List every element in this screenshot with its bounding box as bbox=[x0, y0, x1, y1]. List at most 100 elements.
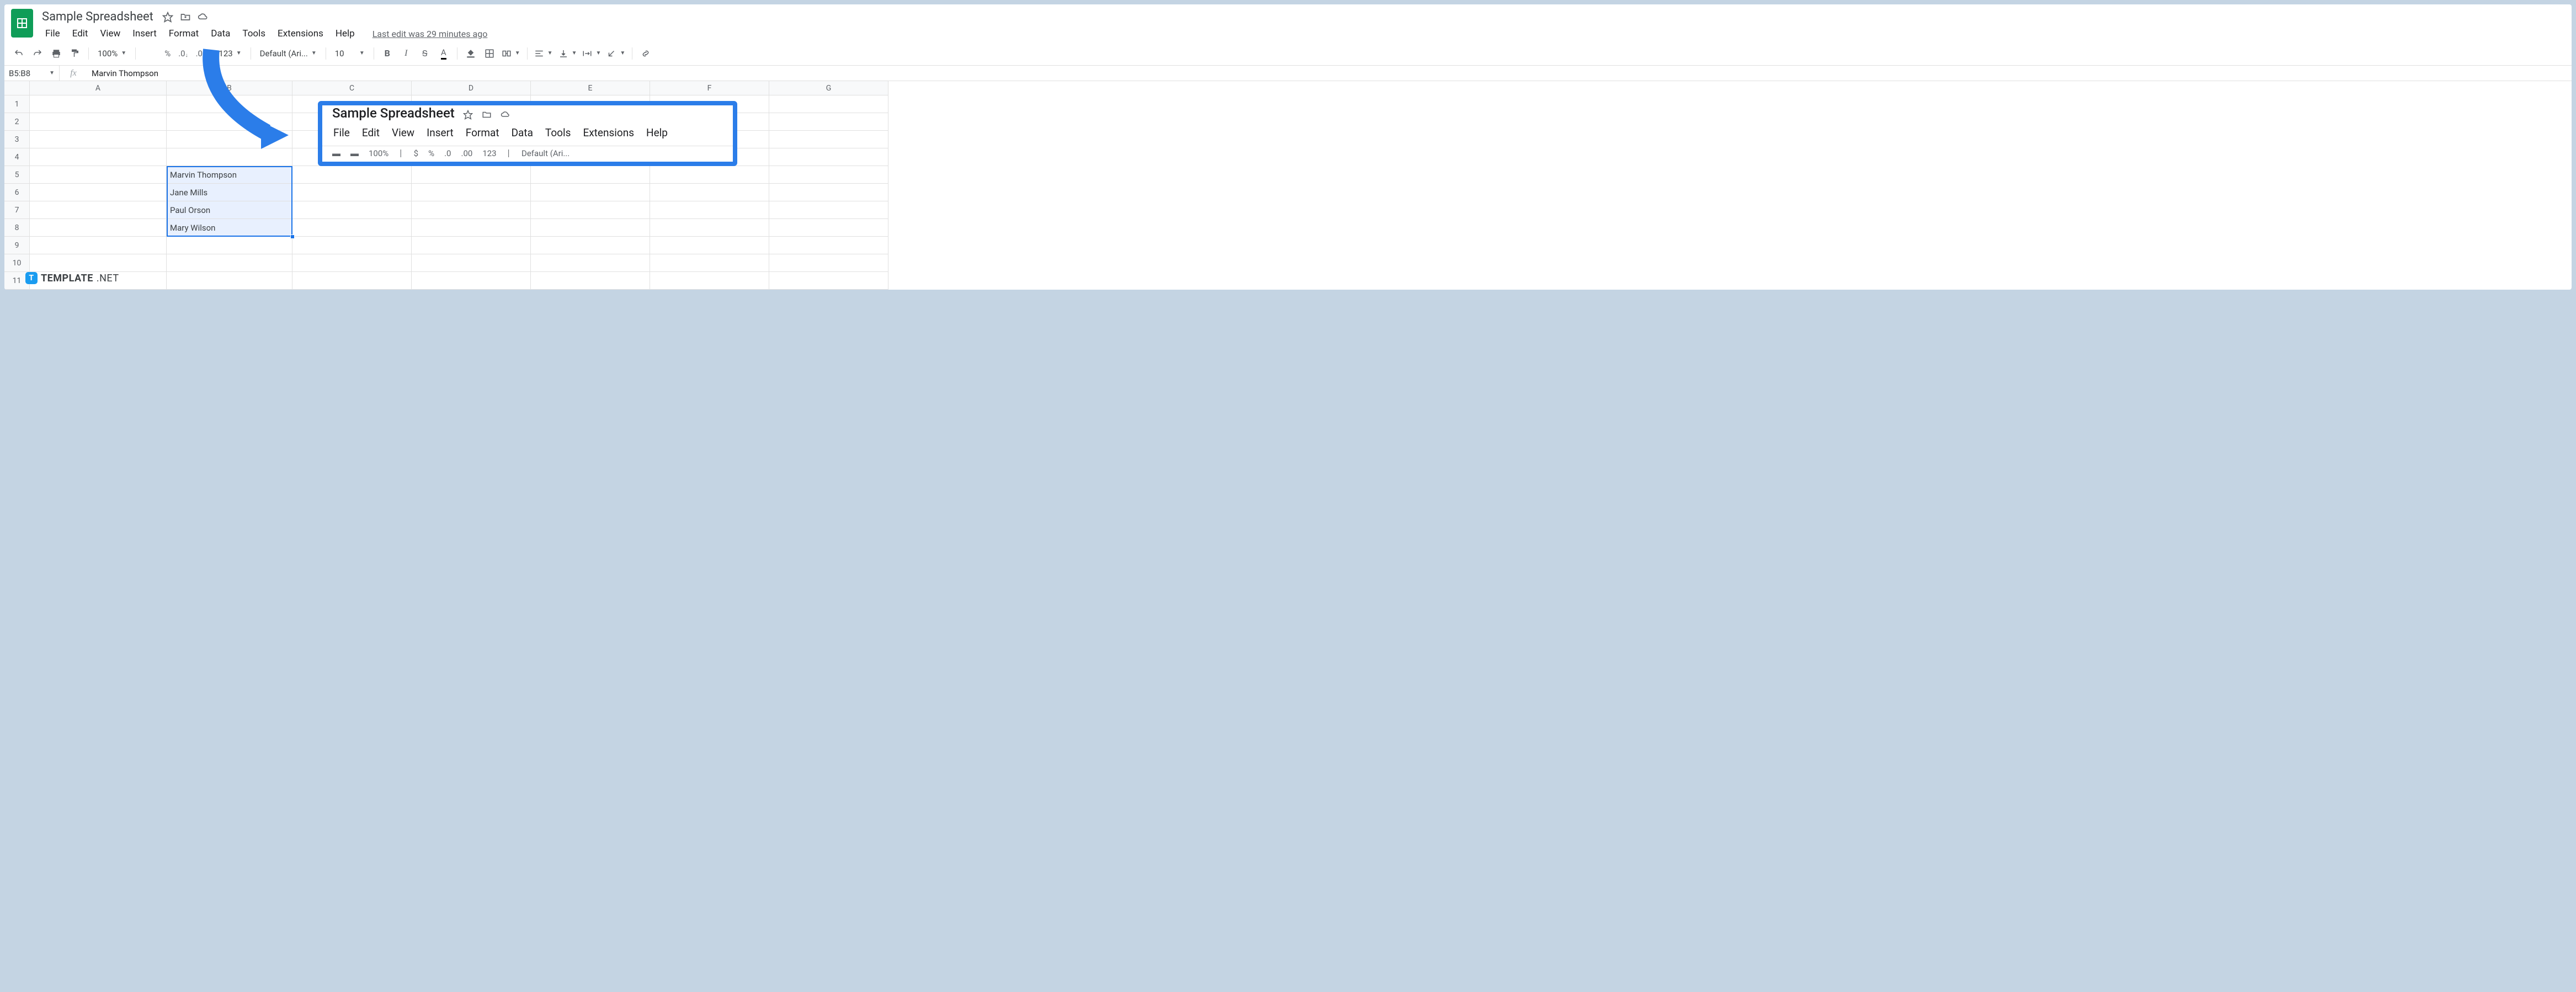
cell[interactable] bbox=[292, 237, 412, 254]
cell[interactable] bbox=[769, 272, 888, 290]
selection-handle[interactable] bbox=[290, 234, 295, 239]
menu-tools[interactable]: Tools bbox=[237, 26, 271, 41]
font-dropdown[interactable]: Default (Ari...▼ bbox=[256, 45, 321, 62]
cell[interactable] bbox=[412, 166, 531, 184]
cell[interactable] bbox=[167, 95, 292, 113]
cell[interactable] bbox=[30, 166, 167, 184]
bold-button[interactable]: B bbox=[379, 45, 396, 62]
cell[interactable] bbox=[412, 201, 531, 219]
menu-format[interactable]: Format bbox=[163, 26, 204, 41]
cell[interactable] bbox=[769, 237, 888, 254]
menu-data[interactable]: Data bbox=[205, 26, 236, 41]
cell[interactable] bbox=[30, 254, 167, 272]
cell[interactable] bbox=[292, 254, 412, 272]
more-formats-dropdown[interactable]: 123▼ bbox=[214, 45, 246, 62]
cell[interactable] bbox=[531, 184, 650, 201]
select-all-corner[interactable] bbox=[4, 81, 30, 95]
cell[interactable] bbox=[531, 166, 650, 184]
menu-insert[interactable]: Insert bbox=[127, 26, 162, 41]
cell-b7[interactable]: Paul Orson bbox=[167, 201, 292, 219]
cell-b6[interactable]: Jane Mills bbox=[167, 184, 292, 201]
cell[interactable] bbox=[769, 184, 888, 201]
menu-file[interactable]: File bbox=[40, 26, 66, 41]
zoom-dropdown[interactable]: 100%▼ bbox=[93, 45, 131, 62]
column-header[interactable]: F bbox=[650, 81, 769, 95]
cell[interactable] bbox=[30, 131, 167, 148]
star-icon[interactable] bbox=[162, 12, 173, 23]
cell[interactable] bbox=[650, 184, 769, 201]
cell[interactable] bbox=[30, 113, 167, 131]
cell[interactable] bbox=[167, 131, 292, 148]
cell[interactable] bbox=[167, 272, 292, 290]
text-color-button[interactable]: A bbox=[435, 45, 453, 62]
name-box[interactable]: B5:B8 ▼ bbox=[4, 66, 60, 81]
cell[interactable] bbox=[769, 201, 888, 219]
cell[interactable] bbox=[531, 219, 650, 237]
cloud-status-icon[interactable] bbox=[198, 12, 209, 23]
cell[interactable] bbox=[650, 219, 769, 237]
column-header[interactable]: C bbox=[292, 81, 412, 95]
cell[interactable] bbox=[412, 219, 531, 237]
print-button[interactable] bbox=[47, 45, 65, 62]
column-header[interactable]: G bbox=[769, 81, 888, 95]
cell[interactable] bbox=[769, 254, 888, 272]
paint-format-button[interactable] bbox=[66, 45, 84, 62]
cell[interactable] bbox=[30, 184, 167, 201]
cell[interactable] bbox=[292, 272, 412, 290]
last-edit-link[interactable]: Last edit was 29 minutes ago bbox=[372, 29, 488, 39]
cell[interactable] bbox=[650, 201, 769, 219]
cell[interactable] bbox=[769, 148, 888, 166]
move-folder-icon[interactable] bbox=[180, 12, 191, 23]
cell[interactable] bbox=[531, 272, 650, 290]
insert-link-button[interactable] bbox=[637, 45, 654, 62]
cell[interactable] bbox=[769, 95, 888, 113]
undo-button[interactable] bbox=[10, 45, 28, 62]
row-header[interactable]: 8 bbox=[4, 219, 30, 237]
cell[interactable] bbox=[412, 237, 531, 254]
column-header[interactable]: B bbox=[167, 81, 292, 95]
cell[interactable] bbox=[30, 237, 167, 254]
menu-edit[interactable]: Edit bbox=[67, 26, 94, 41]
cell[interactable] bbox=[167, 113, 292, 131]
sheets-logo-icon[interactable] bbox=[11, 9, 33, 38]
row-header[interactable]: 3 bbox=[4, 131, 30, 148]
row-header[interactable]: 9 bbox=[4, 237, 30, 254]
cell[interactable] bbox=[531, 201, 650, 219]
cell[interactable] bbox=[769, 166, 888, 184]
document-title[interactable]: Sample Spreadsheet bbox=[40, 9, 156, 25]
decrease-decimal-button[interactable]: .0↓ bbox=[175, 45, 191, 62]
cell[interactable] bbox=[30, 148, 167, 166]
cell[interactable] bbox=[650, 237, 769, 254]
merge-cells-dropdown[interactable]: ▼ bbox=[499, 45, 523, 62]
italic-button[interactable]: I bbox=[397, 45, 415, 62]
row-header[interactable]: 6 bbox=[4, 184, 30, 201]
row-header[interactable]: 4 bbox=[4, 148, 30, 166]
text-wrap-dropdown[interactable]: ▼ bbox=[580, 45, 603, 62]
redo-button[interactable] bbox=[29, 45, 46, 62]
formula-bar[interactable]: Marvin Thompson bbox=[87, 68, 2572, 78]
vertical-align-dropdown[interactable]: ▼ bbox=[556, 45, 579, 62]
cell[interactable] bbox=[412, 254, 531, 272]
cell[interactable] bbox=[531, 237, 650, 254]
fill-color-button[interactable] bbox=[462, 45, 480, 62]
cell[interactable] bbox=[769, 131, 888, 148]
menu-extensions[interactable]: Extensions bbox=[272, 26, 329, 41]
column-header[interactable]: E bbox=[531, 81, 650, 95]
text-rotation-dropdown[interactable]: ▼ bbox=[604, 45, 627, 62]
cell[interactable] bbox=[292, 184, 412, 201]
increase-decimal-button[interactable]: .00↑ bbox=[193, 45, 214, 62]
menu-help[interactable]: Help bbox=[330, 26, 360, 41]
cell[interactable] bbox=[292, 166, 412, 184]
row-header[interactable]: 10 bbox=[4, 254, 30, 272]
cell[interactable] bbox=[292, 219, 412, 237]
format-percent-button[interactable]: % bbox=[161, 45, 174, 62]
row-header[interactable]: 7 bbox=[4, 201, 30, 219]
cell[interactable] bbox=[167, 254, 292, 272]
cell[interactable] bbox=[531, 254, 650, 272]
cell[interactable] bbox=[650, 166, 769, 184]
font-size-dropdown[interactable]: 10▼ bbox=[331, 45, 369, 62]
cell[interactable] bbox=[30, 201, 167, 219]
cell[interactable] bbox=[412, 272, 531, 290]
cell-b8[interactable]: Mary Wilson bbox=[167, 219, 292, 237]
row-header[interactable]: 2 bbox=[4, 113, 30, 131]
